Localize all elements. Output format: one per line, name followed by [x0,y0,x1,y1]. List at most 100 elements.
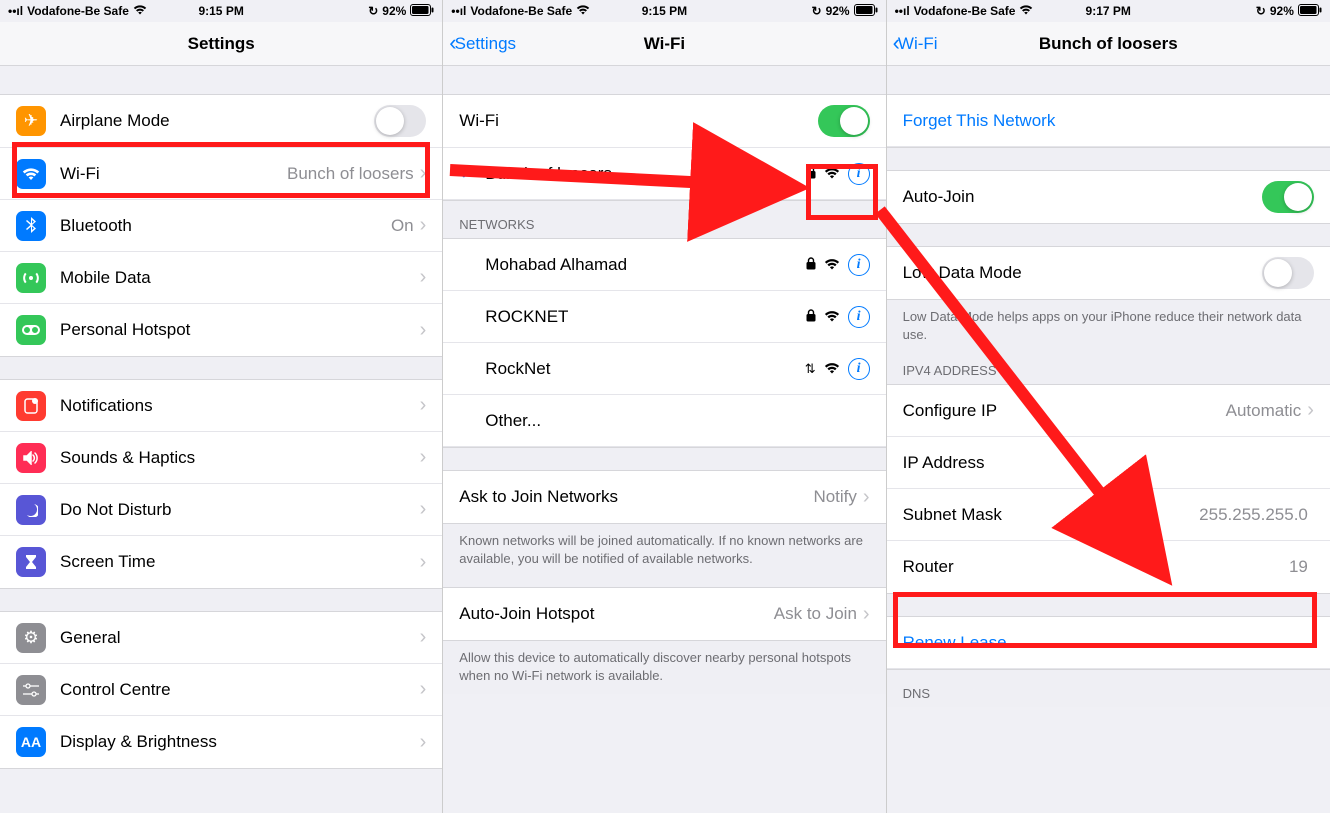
network-label: ROCKNET [485,307,805,327]
sync-icon: ↻ [1256,4,1266,18]
other-network-row[interactable]: Other... [443,395,885,447]
display-label: Display & Brightness [60,732,420,752]
chevron-right-icon: › [420,446,427,469]
time-label: 9:15 PM [642,4,687,18]
autojoin-label: Auto-Join Hotspot [459,604,773,624]
autojoin-hotspot-row[interactable]: Auto-Join Hotspot Ask to Join › [443,588,885,640]
row-dnd[interactable]: Do Not Disturb › [0,484,442,536]
router-value: 19 [1289,557,1308,577]
airplane-toggle[interactable] [374,105,426,137]
time-label: 9:15 PM [198,4,243,18]
network-label: RockNet [485,359,804,379]
row-general[interactable]: ⚙︎ General › [0,612,442,664]
info-icon[interactable]: i [848,163,870,185]
wifi-toggle[interactable] [818,105,870,137]
row-wifi[interactable]: Wi-Fi Bunch of loosers › [0,148,442,200]
configure-ip-value: Automatic [1226,401,1302,421]
nav-bar: ‹ Wi-Fi Bunch of loosers [887,22,1330,66]
gear-icon: ⚙︎ [16,623,46,653]
nav-bar: Settings [0,22,442,66]
configure-ip-row[interactable]: Configure IP Automatic › [887,385,1330,437]
wifi-toggle-row[interactable]: Wi-Fi [443,95,885,148]
battery-label: 92% [826,4,850,18]
row-bluetooth[interactable]: Bluetooth On › [0,200,442,252]
wifi-status-icon [576,4,590,18]
autojoin-label: Auto-Join [903,187,1262,207]
pane-wifi-list: ••ıl Vodafone-Be Safe 9:15 PM ↻ 92% ‹ Se… [443,0,886,813]
chevron-right-icon: › [420,626,427,649]
connected-network-row[interactable]: ✓ Bunch of loosers i [443,148,885,200]
chevron-right-icon: › [420,319,427,342]
signal-icon: ••ıl [895,4,910,18]
airplane-label: Airplane Mode [60,111,374,131]
wifi-icon [16,159,46,189]
lowdata-row[interactable]: Low Data Mode [887,247,1330,299]
info-icon[interactable]: i [848,254,870,276]
bluetooth-icon [16,211,46,241]
autojoin-row[interactable]: Auto-Join [887,171,1330,223]
back-button[interactable]: ‹ Wi-Fi [893,32,938,56]
row-airplane[interactable]: ✈︎ Airplane Mode [0,95,442,148]
mobile-data-label: Mobile Data [60,268,420,288]
sync-icon: ↻ [368,4,378,18]
ask-footer: Known networks will be joined automatica… [443,524,885,577]
network-row[interactable]: RockNet ⇅ i [443,343,885,395]
notifications-icon [16,391,46,421]
back-button[interactable]: ‹ Settings [449,32,516,56]
ask-to-join-row[interactable]: Ask to Join Networks Notify › [443,471,885,523]
status-bar: ••ıl Vodafone-Be Safe 9:17 PM ↻ 92% [887,0,1330,22]
display-icon: AA [16,727,46,757]
sliders-icon [16,675,46,705]
control-centre-label: Control Centre [60,680,420,700]
row-hotspot[interactable]: Personal Hotspot › [0,304,442,356]
autojoin-footer: Allow this device to automatically disco… [443,641,885,694]
networks-header: NETWORKS [443,201,885,238]
battery-icon [854,4,878,19]
ip-address-row: IP Address [887,437,1330,489]
autojoin-toggle[interactable] [1262,181,1314,213]
dns-header: DNS [887,670,1330,707]
status-bar: ••ıl Vodafone-Be Safe 9:15 PM ↻ 92% [443,0,885,22]
wifi-status-icon [133,4,147,18]
general-label: General [60,628,420,648]
sounds-label: Sounds & Haptics [60,448,420,468]
row-notifications[interactable]: Notifications › [0,380,442,432]
ipv4-header: IPV4 ADDRESS [887,353,1330,384]
pane-settings: ••ıl Vodafone-Be Safe 9:15 PM ↻ 92% Sett… [0,0,443,813]
page-title: Wi-Fi [644,34,685,54]
subnet-label: Subnet Mask [903,505,1200,525]
chevron-right-icon: › [420,266,427,289]
battery-label: 92% [1270,4,1294,18]
chevron-right-icon: › [420,498,427,521]
page-title: Bunch of loosers [1039,34,1178,54]
row-screentime[interactable]: Screen Time › [0,536,442,588]
row-sounds[interactable]: Sounds & Haptics › [0,432,442,484]
info-icon[interactable]: i [848,358,870,380]
page-title: Settings [188,34,255,54]
status-bar: ••ıl Vodafone-Be Safe 9:15 PM ↻ 92% [0,0,442,22]
configure-ip-label: Configure IP [903,401,1226,421]
wifi-signal-icon [824,257,840,273]
dnd-label: Do Not Disturb [60,500,420,520]
network-row[interactable]: ROCKNET i [443,291,885,343]
network-row[interactable]: Mohabad Alhamad i [443,239,885,291]
chevron-right-icon: › [420,551,427,574]
bluetooth-value: On [391,216,414,236]
row-control-centre[interactable]: Control Centre › [0,664,442,716]
row-mobile-data[interactable]: Mobile Data › [0,252,442,304]
lowdata-toggle[interactable] [1262,257,1314,289]
renew-lease-link[interactable]: Renew Lease [887,617,1330,669]
back-label: Settings [455,34,516,54]
screentime-label: Screen Time [60,552,420,572]
row-display[interactable]: AA Display & Brightness › [0,716,442,768]
forget-network-link[interactable]: Forget This Network [887,95,1330,147]
sync-icon: ↻ [812,4,822,18]
wifi-signal-icon [824,361,840,377]
hotspot-label: Personal Hotspot [60,320,420,340]
ask-label: Ask to Join Networks [459,487,813,507]
ask-value: Notify [813,487,856,507]
carrier-label: Vodafone-Be Safe [27,4,129,18]
ip-address-label: IP Address [903,453,1314,473]
chevron-right-icon: › [1307,399,1314,422]
info-icon[interactable]: i [848,306,870,328]
